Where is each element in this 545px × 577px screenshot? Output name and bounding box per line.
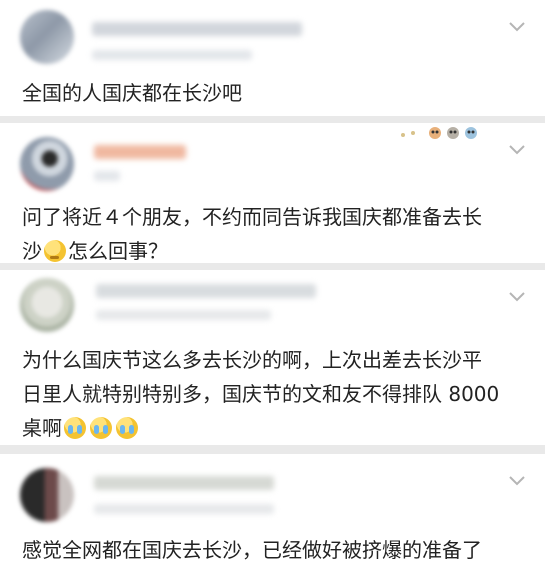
comment-line: 桌啊 [22,416,62,440]
chevron-down-icon[interactable] [509,145,525,155]
comment-meta-redacted [92,50,252,60]
thinking-emoji-icon [44,240,66,262]
avatar[interactable] [20,468,74,522]
comment-line: 沙 [22,239,42,263]
avatar[interactable] [20,10,74,64]
comment-meta-redacted [94,504,274,514]
comment-meta-redacted [96,310,271,320]
username-redacted[interactable] [96,284,316,298]
comment-line: 日里人就特别特别多，国庆节的文和友不得排队 8000 [22,382,500,406]
comment-card: 感觉全网都在国庆去长沙，已经做好被挤爆的准备了 [0,454,545,577]
crying-emoji-icon [90,417,112,439]
chevron-down-icon[interactable] [509,292,525,302]
comment-card: 问了将近４个朋友，不约而同告诉我国庆都准备去长沙 怎么回事？ [0,123,545,263]
comment-text: 感觉全网都在国庆去长沙，已经做好被挤爆的准备了 [22,538,482,562]
username-redacted[interactable] [94,476,274,490]
comment-text: 问了将近４个朋友，不约而同告诉我国庆都准备去长沙 怎么回事？ [22,200,525,263]
username-redacted[interactable] [94,145,186,159]
chevron-down-icon[interactable] [509,476,525,486]
comment-line: 问了将近４个朋友，不约而同告诉我国庆都准备去长 [22,205,482,229]
comment-card: 为什么国庆节这么多去长沙的啊，上次出差去长沙平 日里人就特别特别多，国庆节的文和友… [0,270,545,445]
avatar[interactable] [20,137,74,191]
username-redacted[interactable] [92,22,302,36]
comment-meta-redacted [94,171,120,181]
avatar[interactable] [20,278,74,332]
comment-text: 全国的人国庆都在长沙吧 [22,81,242,105]
crying-emoji-icon [64,417,86,439]
crying-emoji-icon [116,417,138,439]
chevron-down-icon[interactable] [509,22,525,32]
owl-decoration-icon [401,127,477,139]
comment-line: 怎么回事？ [68,239,168,263]
comment-feed: 全国的人国庆都在长沙吧 问了将近４个朋友，不约而同告诉我国庆都准备去长沙 怎么回事… [0,0,545,577]
comment-text: 为什么国庆节这么多去长沙的啊，上次出差去长沙平 日里人就特别特别多，国庆节的文和友… [22,343,525,445]
comment-line: 为什么国庆节这么多去长沙的啊，上次出差去长沙平 [22,348,482,372]
comment-card: 全国的人国庆都在长沙吧 [0,0,545,116]
